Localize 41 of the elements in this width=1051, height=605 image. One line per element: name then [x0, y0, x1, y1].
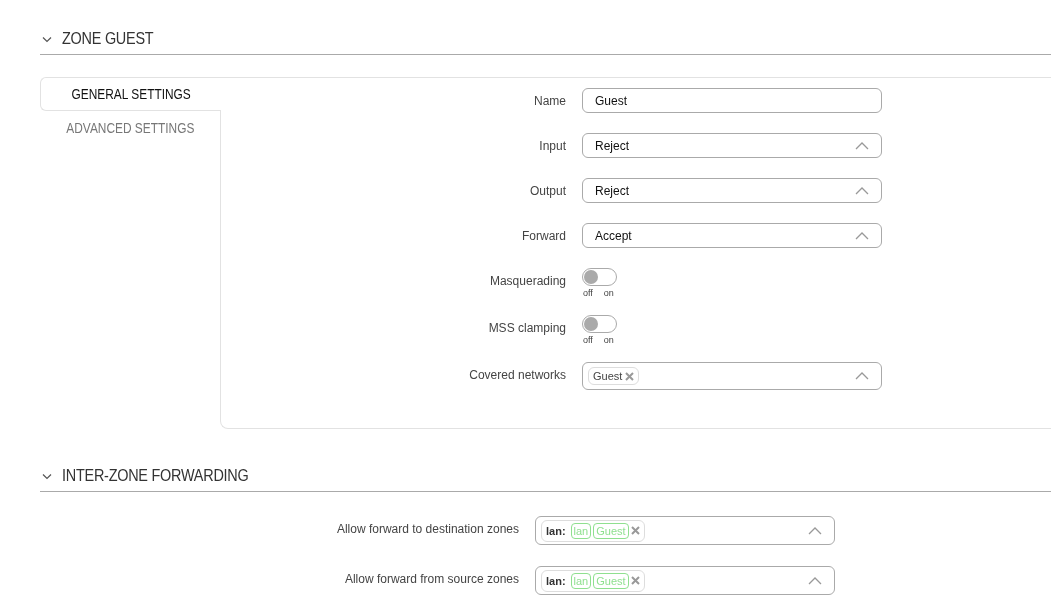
on-label: on: [603, 288, 614, 298]
network-tag: Guest: [588, 367, 640, 385]
off-label: off: [583, 288, 593, 298]
caret-icon: [855, 372, 869, 380]
chevron-icon[interactable]: [42, 35, 52, 43]
zone-tag: Guest: [593, 522, 629, 539]
field-label: Covered networks: [468, 367, 566, 382]
field-label: Name: [533, 93, 566, 108]
field-label: Masquerading: [488, 273, 566, 288]
select-field[interactable]: Reject: [582, 133, 882, 158]
remove-icon[interactable]: [630, 526, 640, 535]
caret-icon: [808, 526, 822, 535]
off-label: off: [583, 335, 593, 345]
caret-icon: [808, 576, 822, 585]
zone-tag: lan: [570, 572, 592, 589]
zone-tag: lan: [570, 522, 592, 539]
zone-prefix: lan:: [546, 574, 566, 587]
caret-icon: [855, 231, 869, 240]
on-label: on: [603, 335, 614, 345]
field-label: Input: [538, 138, 566, 153]
chevron-icon[interactable]: [42, 472, 52, 480]
zone-prefix: lan:: [546, 524, 566, 537]
field-label: Allow forward to destination zones: [335, 521, 519, 536]
field-label: MSS clamping: [487, 320, 566, 335]
multi-select-field[interactable]: lan: lan Guest: [535, 516, 835, 545]
remove-icon[interactable]: [625, 371, 635, 381]
field-label: Allow forward from source zones: [343, 571, 519, 586]
caret-icon: [855, 186, 869, 195]
caret-icon: [855, 141, 869, 150]
field-label: Forward: [521, 228, 566, 243]
tab[interactable]: GENERAL SETTINGS: [40, 77, 221, 111]
section-title: ZONE GUEST: [62, 29, 154, 49]
multi-select-field[interactable]: Guest: [582, 362, 882, 390]
remove-icon[interactable]: [630, 576, 640, 585]
field-label: Output: [528, 183, 566, 198]
name-input[interactable]: Guest: [582, 88, 882, 113]
multi-select-field[interactable]: lan: lan Guest: [535, 566, 835, 595]
select-field[interactable]: Accept: [582, 223, 882, 248]
section-title: INTER-ZONE FORWARDING: [62, 466, 249, 486]
zone-tag: Guest: [593, 572, 629, 589]
select-field[interactable]: Reject: [582, 178, 882, 203]
